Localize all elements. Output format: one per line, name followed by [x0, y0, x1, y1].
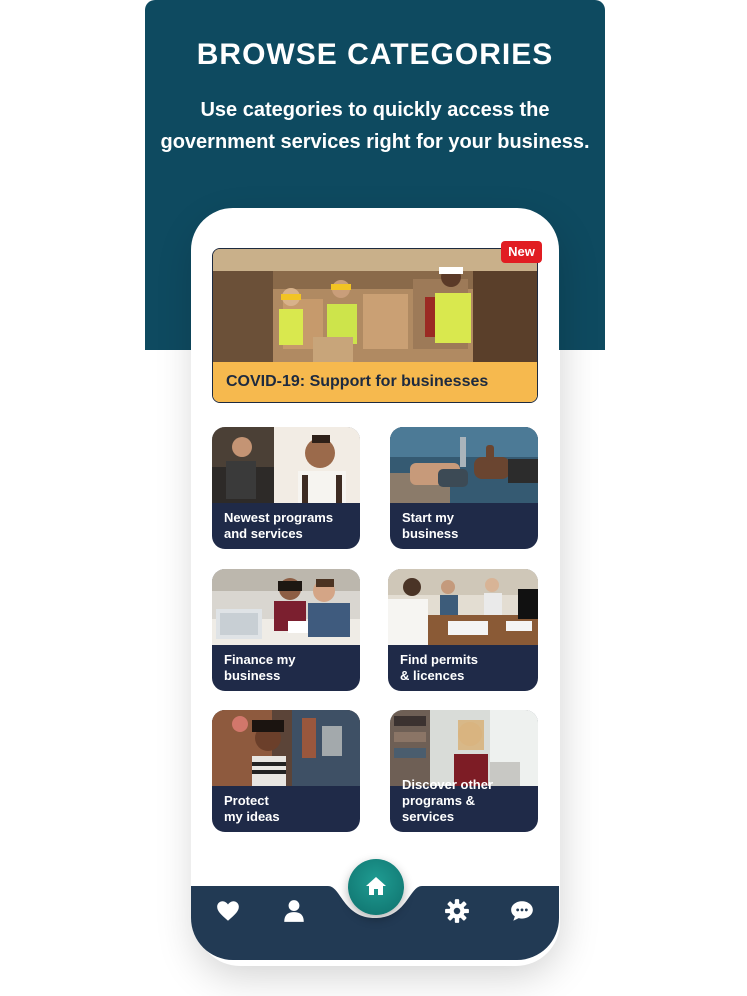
home-button[interactable]	[348, 859, 404, 915]
category-label: Find permits & licences	[400, 652, 479, 683]
page-subtitle: Use categories to quickly access the gov…	[160, 99, 590, 153]
category-finance-business[interactable]: Finance my business	[212, 569, 360, 691]
category-protect-ideas[interactable]: Protect my ideas	[212, 710, 360, 832]
featured-label: COVID-19: Support for businesses	[213, 362, 537, 402]
gear-icon[interactable]	[444, 898, 470, 924]
woman-desk-photo	[390, 710, 538, 786]
category-discover-other[interactable]: Discover other programs & services	[390, 710, 538, 832]
phone-frame: COVID-19: Support for businesses New New…	[191, 208, 559, 960]
heart-icon[interactable]	[215, 898, 241, 924]
page-title: BROWSE CATEGORIES	[196, 38, 554, 71]
woman-ideas-photo	[212, 710, 360, 786]
category-label: Protect my ideas	[224, 793, 280, 824]
category-label: Start my business	[402, 510, 459, 541]
category-start-business[interactable]: Start my business	[390, 427, 538, 549]
featured-covid-card[interactable]: COVID-19: Support for businesses	[212, 248, 538, 403]
thumbs-up-photo	[390, 427, 538, 503]
new-badge: New	[501, 241, 542, 263]
couple-finance-photo	[212, 569, 360, 645]
category-label: Discover other programs & services	[402, 777, 494, 824]
category-permits-licences[interactable]: Find permits & licences	[388, 569, 538, 691]
category-label: Finance my business	[224, 652, 296, 683]
user-icon[interactable]	[281, 898, 307, 924]
entrepreneur-photo	[212, 427, 360, 503]
category-label: Newest programs and services	[224, 510, 334, 541]
meeting-photo	[388, 569, 538, 645]
home-icon	[366, 877, 386, 895]
category-newest-programs[interactable]: Newest programs and services	[212, 427, 360, 549]
warehouse-workers-photo	[213, 249, 537, 363]
chat-icon[interactable]	[509, 898, 535, 924]
